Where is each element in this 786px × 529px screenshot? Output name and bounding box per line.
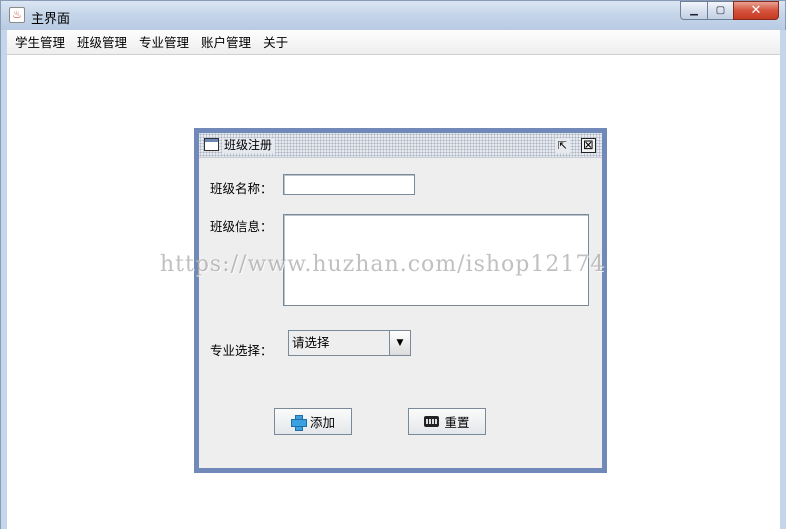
minimize-button[interactable]: ▁ (680, 1, 707, 20)
class-register-dialog: 班级注册 ⇱ ⊠ 班级名称： 班级信息： 专业选择： 请选择 ▼ 添加 重置 (194, 128, 607, 473)
maximize-button[interactable]: ▢ (707, 1, 733, 20)
window-title: 主界面 (31, 12, 71, 27)
menu-student[interactable]: 学生管理 (9, 30, 71, 55)
menu-class[interactable]: 班级管理 (71, 30, 133, 55)
plus-icon (290, 414, 307, 431)
java-cup-icon: ♨ (9, 7, 25, 23)
reset-icon (424, 416, 440, 427)
major-select[interactable]: 请选择 ▼ (288, 330, 411, 356)
class-name-input[interactable] (283, 174, 415, 195)
major-selected-value: 请选择 (289, 331, 390, 355)
menu-account[interactable]: 账户管理 (195, 30, 257, 55)
reset-button-label: 重置 (444, 415, 470, 430)
close-icon: ✕ (750, 3, 762, 18)
class-name-label: 班级名称： (210, 181, 273, 196)
window-controls: ▁ ▢ ✕ (680, 1, 779, 21)
minimize-icon: ▁ (690, 5, 698, 16)
maximize-icon: ▢ (715, 5, 726, 16)
add-button-label: 添加 (309, 415, 335, 430)
reset-button[interactable]: 重置 (408, 408, 486, 435)
title-bar[interactable]: ♨ 主界面 ▁ ▢ ✕ (1, 1, 785, 30)
class-info-textarea[interactable] (283, 214, 589, 306)
dialog-title: 班级注册 (222, 138, 276, 153)
dialog-title-bar[interactable]: 班级注册 ⇱ ⊠ (199, 133, 602, 158)
major-label: 专业选择： (210, 343, 273, 358)
restore-icon: ⇱ (557, 139, 568, 152)
menu-about[interactable]: 关于 (257, 30, 294, 55)
dialog-close-button[interactable]: ⊠ (581, 138, 596, 153)
frame-icon (204, 138, 219, 151)
close-button[interactable]: ✕ (733, 1, 779, 20)
class-info-label: 班级信息： (210, 219, 273, 234)
menu-bar: 学生管理 班级管理 专业管理 账户管理 关于 (7, 30, 780, 55)
close-icon: ⊠ (583, 138, 594, 153)
menu-major[interactable]: 专业管理 (133, 30, 195, 55)
chevron-down-icon[interactable]: ▼ (390, 331, 410, 355)
restore-button[interactable]: ⇱ (555, 138, 570, 153)
add-button[interactable]: 添加 (274, 408, 352, 435)
window-border-right (780, 30, 786, 529)
